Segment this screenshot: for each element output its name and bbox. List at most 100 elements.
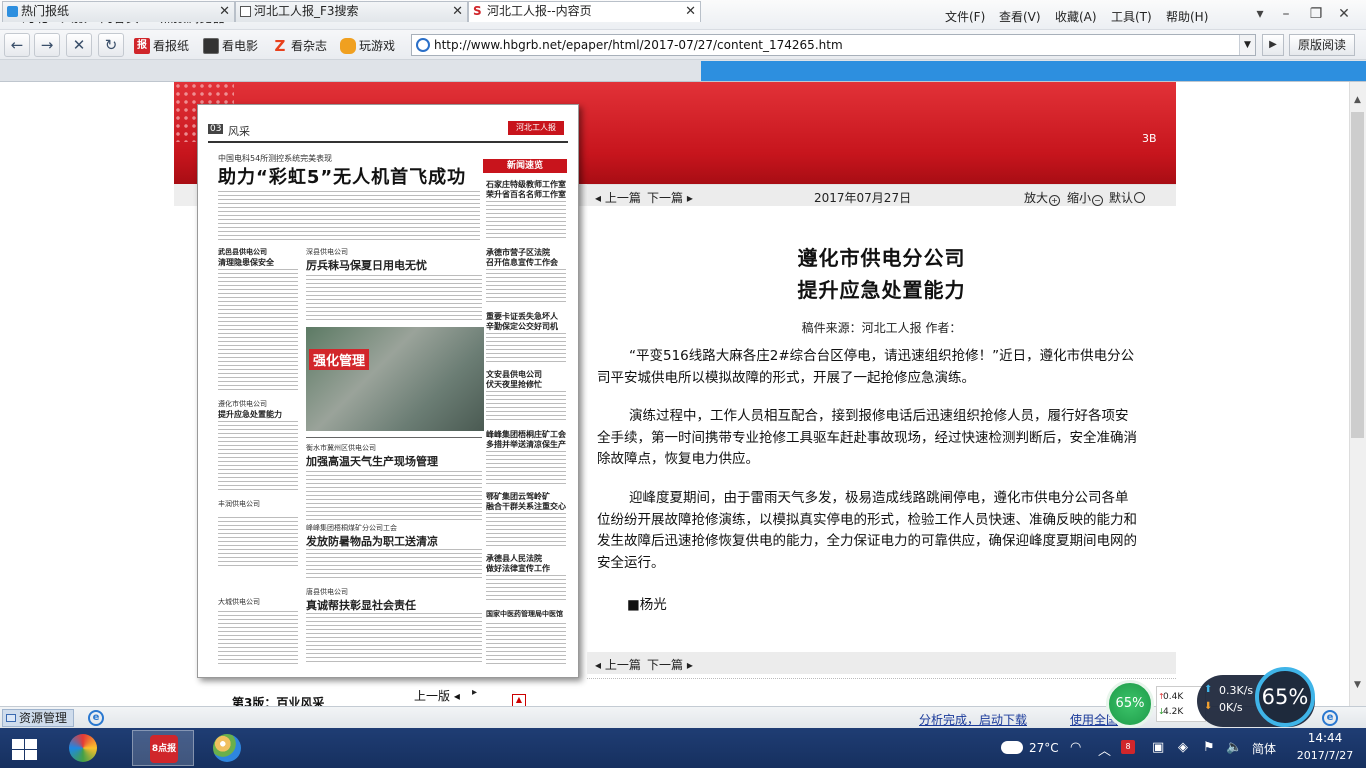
text-column <box>486 623 566 665</box>
volume-icon[interactable]: 🔈 <box>1226 740 1242 755</box>
memory-gauge[interactable]: 65% <box>1255 667 1315 727</box>
address-bar[interactable]: http://www.hbgrb.net/epaper/html/2017-07… <box>411 34 1256 56</box>
scrollbar-thumb[interactable] <box>1351 112 1364 438</box>
menu-favorites[interactable]: 收藏(A) <box>1055 8 1097 25</box>
network-tray-icon[interactable]: ▣ <box>1152 740 1164 755</box>
sub-headline: 发放防暑物品为职工送清凉 <box>306 535 438 548</box>
address-dropdown-icon[interactable]: ▼ <box>1239 35 1255 55</box>
windows-logo-icon <box>12 750 24 760</box>
pdf-icon[interactable]: ▲ <box>512 694 526 706</box>
masthead-logo: 河北工人报 <box>508 121 564 135</box>
scroll-down-icon[interactable]: ▼ <box>1349 680 1366 696</box>
sub-headline: 加强高温天气生产现场管理 <box>306 455 438 468</box>
refresh-button[interactable]: ↻ <box>98 33 124 57</box>
menu-dropdown-icon[interactable]: ▾ <box>1248 4 1272 24</box>
sidebar-headline: 伏天夜里抢修忙 <box>486 380 542 389</box>
quick-link-label: 看杂志 <box>291 39 328 53</box>
quick-link-game[interactable]: 玩游戏 <box>340 37 395 54</box>
clock-time[interactable]: 14:44 <box>1290 731 1360 745</box>
menu-tools[interactable]: 工具(T) <box>1111 8 1152 25</box>
colorball-app-icon <box>69 734 97 762</box>
circle-icon <box>1134 192 1146 203</box>
page-icon <box>7 6 18 17</box>
taskbar-app-8dianbao[interactable]: 8点报 <box>132 730 194 766</box>
taskbar-app-color[interactable] <box>52 730 114 766</box>
publish-date: 2017年07月27日 <box>814 191 912 205</box>
arrow-right-icon: → <box>40 36 54 54</box>
close-icon[interactable]: ✕ <box>219 2 230 21</box>
tab-search[interactable]: 河北工人报_F3搜索 ✕ <box>235 1 468 22</box>
zoom-default-button[interactable]: 默认 <box>1109 189 1146 206</box>
forward-button[interactable]: → <box>34 33 60 57</box>
article-source: 稿件来源：河北工人报 作者： <box>801 321 962 335</box>
prev-article-label: 上一篇 <box>604 658 641 672</box>
menu-view[interactable]: 查看(V) <box>999 8 1041 25</box>
text-column <box>306 549 482 579</box>
menu-help[interactable]: 帮助(H) <box>1166 8 1208 25</box>
text-column <box>486 513 566 547</box>
weather-cloud-icon[interactable] <box>1001 741 1023 754</box>
tab-content-page[interactable]: S 河北工人报--内容页 ✕ <box>468 1 701 22</box>
restore-icon[interactable]: ❐ <box>1304 4 1328 24</box>
close-icon[interactable]: ✕ <box>685 2 696 21</box>
flag-tray-icon[interactable]: ⚑ <box>1203 740 1215 755</box>
back-button[interactable]: ← <box>4 33 30 57</box>
next-article-link[interactable]: 下一篇 ▸ <box>647 189 693 206</box>
taskbar-app-paint[interactable] <box>196 730 258 766</box>
resource-manager-label: 资源管理 <box>19 711 68 725</box>
security-tray-icon[interactable]: ◈ <box>1178 740 1188 755</box>
next-edition-icon[interactable]: ▸ <box>472 687 477 698</box>
clock-date[interactable]: 2017/7/27 <box>1290 749 1360 762</box>
scroll-up-icon[interactable]: ▲ <box>1349 95 1366 111</box>
text-column <box>218 611 298 665</box>
input-language[interactable]: 简体 <box>1252 740 1276 757</box>
sidebar-headline: 融合干群关系注重交心 <box>486 502 566 511</box>
download-speed: 0K/s <box>1219 701 1243 714</box>
upload-arrow-icon: ⬆ <box>1204 684 1213 695</box>
original-view-button[interactable]: 原版阅读 <box>1289 34 1355 56</box>
text-column <box>306 613 482 665</box>
start-button[interactable] <box>8 737 37 761</box>
prev-article-link[interactable]: ◂ 上一篇 <box>595 189 641 206</box>
prev-edition-link[interactable]: 上一版 ◂ <box>414 687 460 704</box>
next-article-link-bottom[interactable]: 下一篇 ▸ <box>647 656 693 673</box>
wifi-icon[interactable]: ◠ <box>1070 740 1081 755</box>
quick-link-magazine[interactable]: Z 看杂志 <box>272 37 327 54</box>
sub-kicker: 丰润供电公司 <box>218 500 260 508</box>
text-column <box>486 451 566 485</box>
page-icon <box>240 6 251 17</box>
stop-button[interactable]: ✕ <box>66 33 92 57</box>
newspaper-content: 03 风采 河北工人报 中国电科54所测控系统完美表现 助力“彩虹5”无人机首飞… <box>208 113 568 669</box>
download-status-link[interactable]: 分析完成，启动下载 <box>919 711 1027 728</box>
newspaper-page-image[interactable]: 03 风采 河北工人报 中国电科54所测控系统完美表现 助力“彩虹5”无人机首飞… <box>197 104 579 678</box>
resource-manager-button[interactable]: 资源管理 <box>2 709 74 727</box>
zoom-out-button[interactable]: 缩小 − <box>1067 189 1104 206</box>
sub-kicker: 遵化市供电公司 <box>218 400 267 408</box>
menu-file[interactable]: 文件(F) <box>945 8 985 25</box>
quick-link-label: 看报纸 <box>153 39 190 53</box>
close-icon[interactable]: ✕ <box>452 2 463 21</box>
minimize-icon[interactable]: – <box>1274 4 1298 24</box>
quick-link-newspaper[interactable]: 报 看报纸 <box>134 37 189 54</box>
ie-icon[interactable]: e <box>1322 710 1338 726</box>
sub-headline: 厉兵秣马保夏日用电无忧 <box>306 259 427 272</box>
sidebar-headline: 荣升省百名名师工作室 <box>486 190 566 199</box>
text-column <box>218 269 298 391</box>
cpu-usage-ball[interactable]: 65% <box>1106 680 1154 728</box>
go-button[interactable]: ▶ <box>1262 34 1284 56</box>
page-section: 风采 <box>228 125 250 138</box>
8dianbao-app-icon: 8点报 <box>150 735 178 763</box>
text-column <box>218 421 298 491</box>
prev-article-link-bottom[interactable]: ◂ 上一篇 <box>595 656 641 673</box>
sub-kicker: 武邑县供电公司 <box>218 248 267 256</box>
zoom-in-button[interactable]: 放大 + <box>1024 189 1061 206</box>
8dianbao-tray-icon[interactable]: 8 <box>1121 740 1135 754</box>
tray-chevron-icon[interactable]: ︿ <box>1098 740 1111 759</box>
close-window-icon[interactable]: ✕ <box>1332 4 1356 24</box>
page-number: 03 <box>208 124 224 134</box>
article-paragraph: 演练过程中，工作人员相互配合，接到报修电话后迅速组织抢修人员，履行好各项安全手续… <box>597 408 1137 467</box>
quick-link-movie[interactable]: 看电影 <box>203 37 258 54</box>
ie-icon[interactable]: e <box>88 710 104 726</box>
tab-hot-newspapers[interactable]: 热门报纸 ✕ <box>2 1 235 22</box>
quick-link-label: 看电影 <box>222 39 259 53</box>
